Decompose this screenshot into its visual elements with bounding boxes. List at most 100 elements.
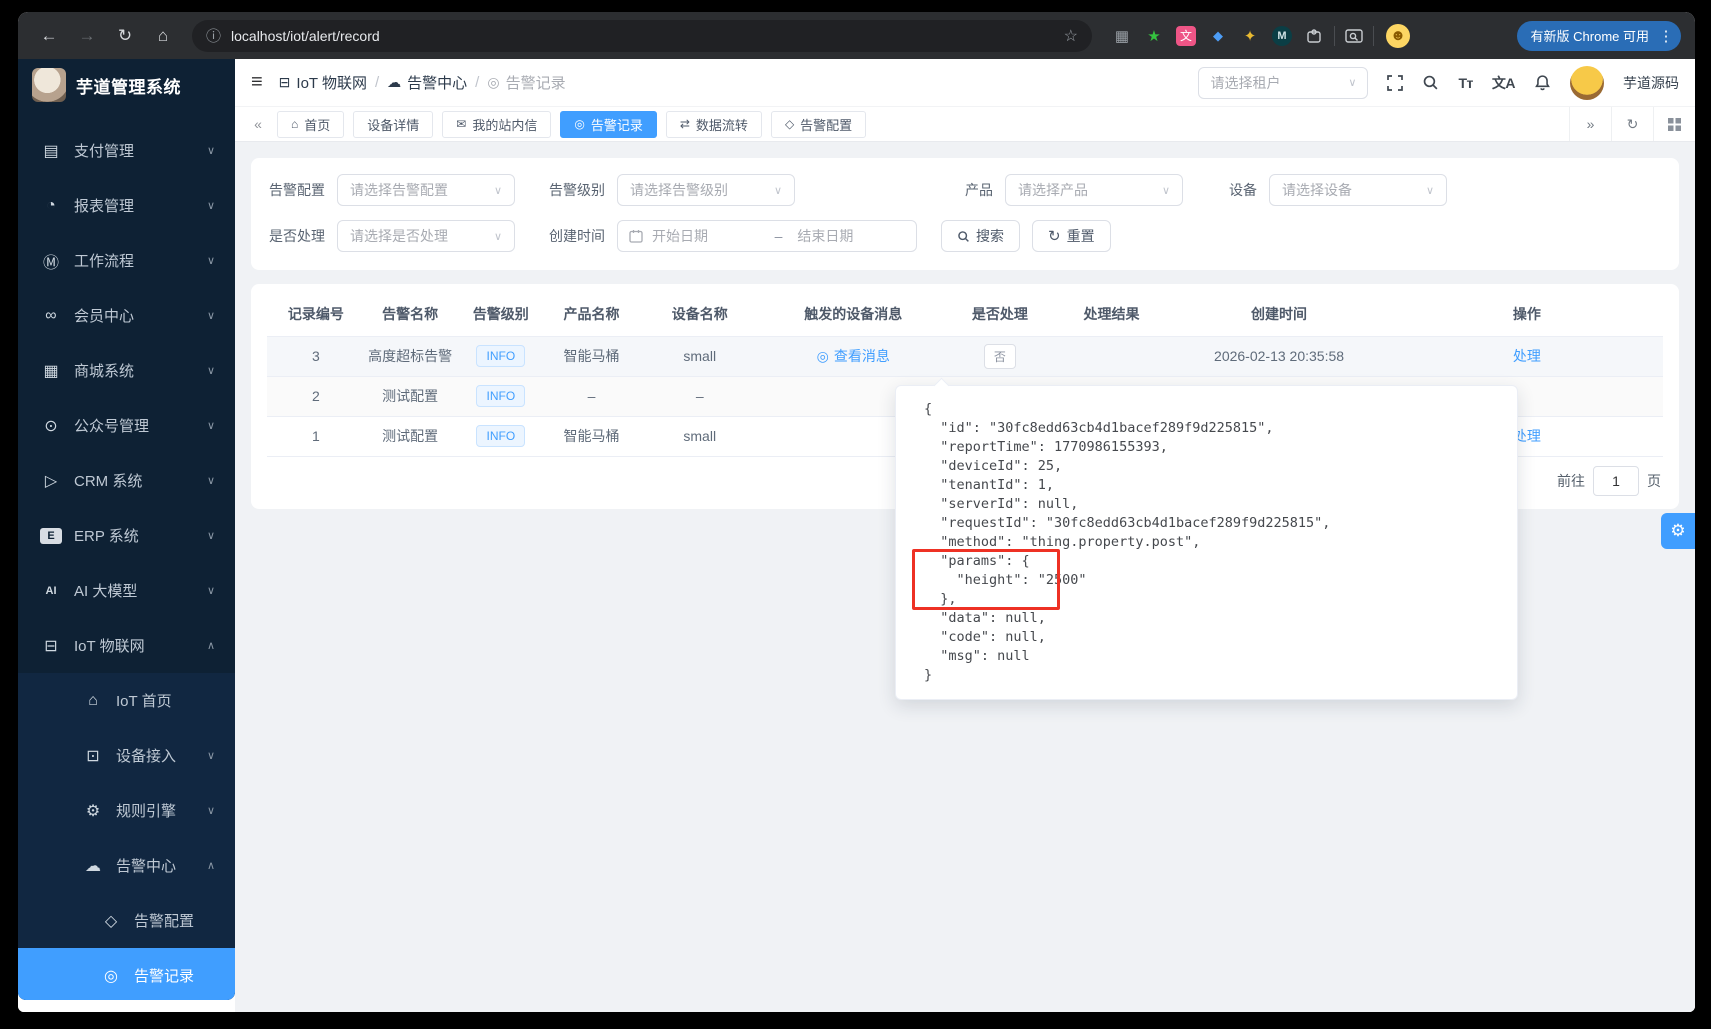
storefront-icon: ▦ [43,362,59,380]
side-search-icon[interactable] [1345,28,1363,44]
wallet-icon: ▤ [43,142,59,160]
tab-label: 首页 [304,117,331,133]
tenant-select[interactable]: 请选择租户 ∨ [1198,66,1369,99]
breadcrumb-alert-center[interactable]: ☁ 告警中心 [387,72,467,93]
reload-icon[interactable]: ↻ [108,21,142,51]
sidebar-item-official-account[interactable]: ⊙ 公众号管理 ∨ [18,398,235,453]
col-created-time: 创建时间 [1167,292,1391,337]
url-bar[interactable]: ⓘ localhost/iot/alert/record ☆ [192,19,1092,52]
chevron-down-icon: ∨ [206,530,215,542]
logo[interactable]: 芋道管理系统 [18,59,235,111]
gem-extension-icon[interactable]: ◆ [1208,26,1228,46]
hamburger-icon[interactable]: ≡ [251,71,263,94]
goto-label: 前往 [1557,472,1585,489]
tab-my-messages[interactable]: ✉ 我的站内信 [442,110,552,138]
sidebar-item-report[interactable]: ◔ 报表管理 ∨ [18,178,235,233]
sidebar-item-device-access[interactable]: ⊡ 设备接入 ∨ [18,728,235,783]
gear-icon: ⚙ [1670,521,1686,540]
compass-icon: ⊙ [44,417,58,435]
breadcrumb-iot[interactable]: ⊟ IoT 物联网 [279,72,367,93]
reset-button[interactable]: ↻ 重置 [1032,220,1111,252]
handled-select[interactable]: 请选择是否处理 ∨ [337,220,515,252]
sidebar-item-erp[interactable]: E ERP 系统 ∨ [18,508,235,563]
forward-icon[interactable]: → [70,21,104,51]
puzzle-extension-icon[interactable] [1304,26,1324,46]
record-icon: ◎ [104,967,118,985]
search-button[interactable]: 搜索 [941,220,1020,252]
device-select[interactable]: 请选择设备 ∨ [1269,174,1447,206]
fullscreen-icon[interactable] [1387,74,1404,91]
sidebar-item-mall[interactable]: ▦ 商城系统 ∨ [18,343,235,398]
sidebar-item-alert-record[interactable]: ◎ 告警记录 [18,948,235,1000]
settings-fab[interactable]: ⚙ [1661,513,1695,549]
date-range-picker[interactable]: 开始日期 – 结束日期 [617,220,917,252]
refresh-icon[interactable]: ↻ [1611,107,1653,141]
bookmark-star-icon[interactable]: ☆ [1064,26,1078,46]
page-unit-label: 页 [1647,472,1661,489]
sidebar-item-alert-center[interactable]: ☁ 告警中心 ∧ [18,838,235,893]
translate-extension-icon[interactable]: 文 [1176,25,1196,46]
tab-bar: « ⌂ 首页 设备详情 ✉ 我的站内信 ◎ 告警记录 ⇄ 数据流转 ◇ 告警配置… [235,106,1695,142]
view-message-link[interactable]: ◎ 查看消息 [817,346,890,366]
handle-link[interactable]: 处理 [1513,348,1541,364]
iot-submenu: ⌂ IoT 首页 ⊡ 设备接入 ∨ ⚙ 规则引擎 ∨ ☁ 告警中心 ∧ ◇ 告警… [18,673,235,1000]
user-avatar[interactable] [1570,65,1604,100]
profile-avatar[interactable]: ☻ [1386,23,1410,48]
browser-menu-icon[interactable]: ⋮ [1657,27,1675,45]
home-icon[interactable]: ⌂ [146,21,180,51]
tab-data-flow[interactable]: ⇄ 数据流转 [665,110,762,138]
chrome-update-button[interactable]: 有新版 Chrome 可用 ⋮ [1516,20,1681,51]
tabs-expand-icon[interactable]: » [1569,107,1611,141]
search-icon[interactable] [1422,74,1439,91]
alert-level-select[interactable]: 请选择告警级别 ∨ [617,174,795,206]
calendar-icon [629,230,643,243]
filter-label-device: 设备 [1229,182,1257,198]
product-select[interactable]: 请选择产品 ∨ [1005,174,1183,206]
sidebar-item-workflow[interactable]: Ⓜ 工作流程 ∨ [18,233,235,288]
sidebar-item-alert-config[interactable]: ◇ 告警配置 [18,893,235,948]
m-extension-icon[interactable]: M [1272,25,1292,46]
page-input[interactable] [1593,465,1639,496]
breadcrumb-label: IoT 物联网 [296,75,367,92]
font-size-icon[interactable]: Tт [1458,75,1473,91]
sidebar-item-ai[interactable]: AI AI 大模型 ∨ [18,563,235,618]
breadcrumb-alert-record: ◎ 告警记录 [487,72,565,93]
chevron-down-icon: ∨ [206,145,215,157]
back-icon[interactable]: ← [32,21,66,51]
language-icon[interactable]: 文A [1492,73,1516,93]
col-device-name: 设备名称 [636,292,763,337]
sidebar-item-payment[interactable]: ▤ 支付管理 ∨ [18,123,235,178]
grid-extension-icon[interactable]: ▦ [1112,26,1132,46]
tab-label: 告警配置 [800,117,853,133]
tab-label: 我的站内信 [472,117,538,133]
tab-alert-config[interactable]: ◇ 告警配置 [770,110,867,138]
breadcrumb-label: 告警记录 [505,75,566,92]
iot-vehicle-icon: ⊟ [278,74,291,90]
tab-alert-record[interactable]: ◎ 告警记录 [560,110,657,138]
sidebar-item-label: 会员中心 [74,308,135,325]
sidebar-item-rule-engine[interactable]: ⚙ 规则引擎 ∨ [18,783,235,838]
alert-config-select[interactable]: 请选择告警配置 ∨ [337,174,515,206]
tabs-collapse-icon[interactable]: « [245,116,271,132]
sidebar-item-iot-home[interactable]: ⌂ IoT 首页 [18,673,235,728]
gear-icon: ⚙ [85,802,101,820]
broom-extension-icon[interactable]: ✦ [1240,26,1260,46]
sidebar-item-iot[interactable]: ⊟ IoT 物联网 ∧ [18,618,235,673]
username[interactable]: 芋道源码 [1623,73,1679,93]
bell-icon[interactable] [1534,74,1551,91]
star-extension-icon[interactable]: ★ [1144,26,1164,46]
sidebar-item-member[interactable]: ∞ 会员中心 ∨ [18,288,235,343]
site-info-icon[interactable]: ⓘ [206,25,221,46]
select-placeholder: 请选择是否处理 [350,228,448,244]
chevron-down-icon: ∨ [206,585,215,597]
layout-grid-icon[interactable] [1653,107,1695,141]
tab-device-detail[interactable]: 设备详情 [353,110,434,138]
select-placeholder: 请选择告警级别 [630,182,728,198]
sidebar-item-crm[interactable]: ▷ CRM 系统 ∨ [18,453,235,508]
start-date-placeholder: 开始日期 [652,228,708,244]
hexagon-icon: ◇ [784,117,795,131]
tab-home[interactable]: ⌂ 首页 [277,110,345,138]
chevron-down-icon: ∨ [206,750,215,762]
breadcrumb: ⊟ IoT 物联网 / ☁ 告警中心 / ◎ 告警记录 [279,72,566,93]
col-record-id: 记录编号 [267,292,365,337]
